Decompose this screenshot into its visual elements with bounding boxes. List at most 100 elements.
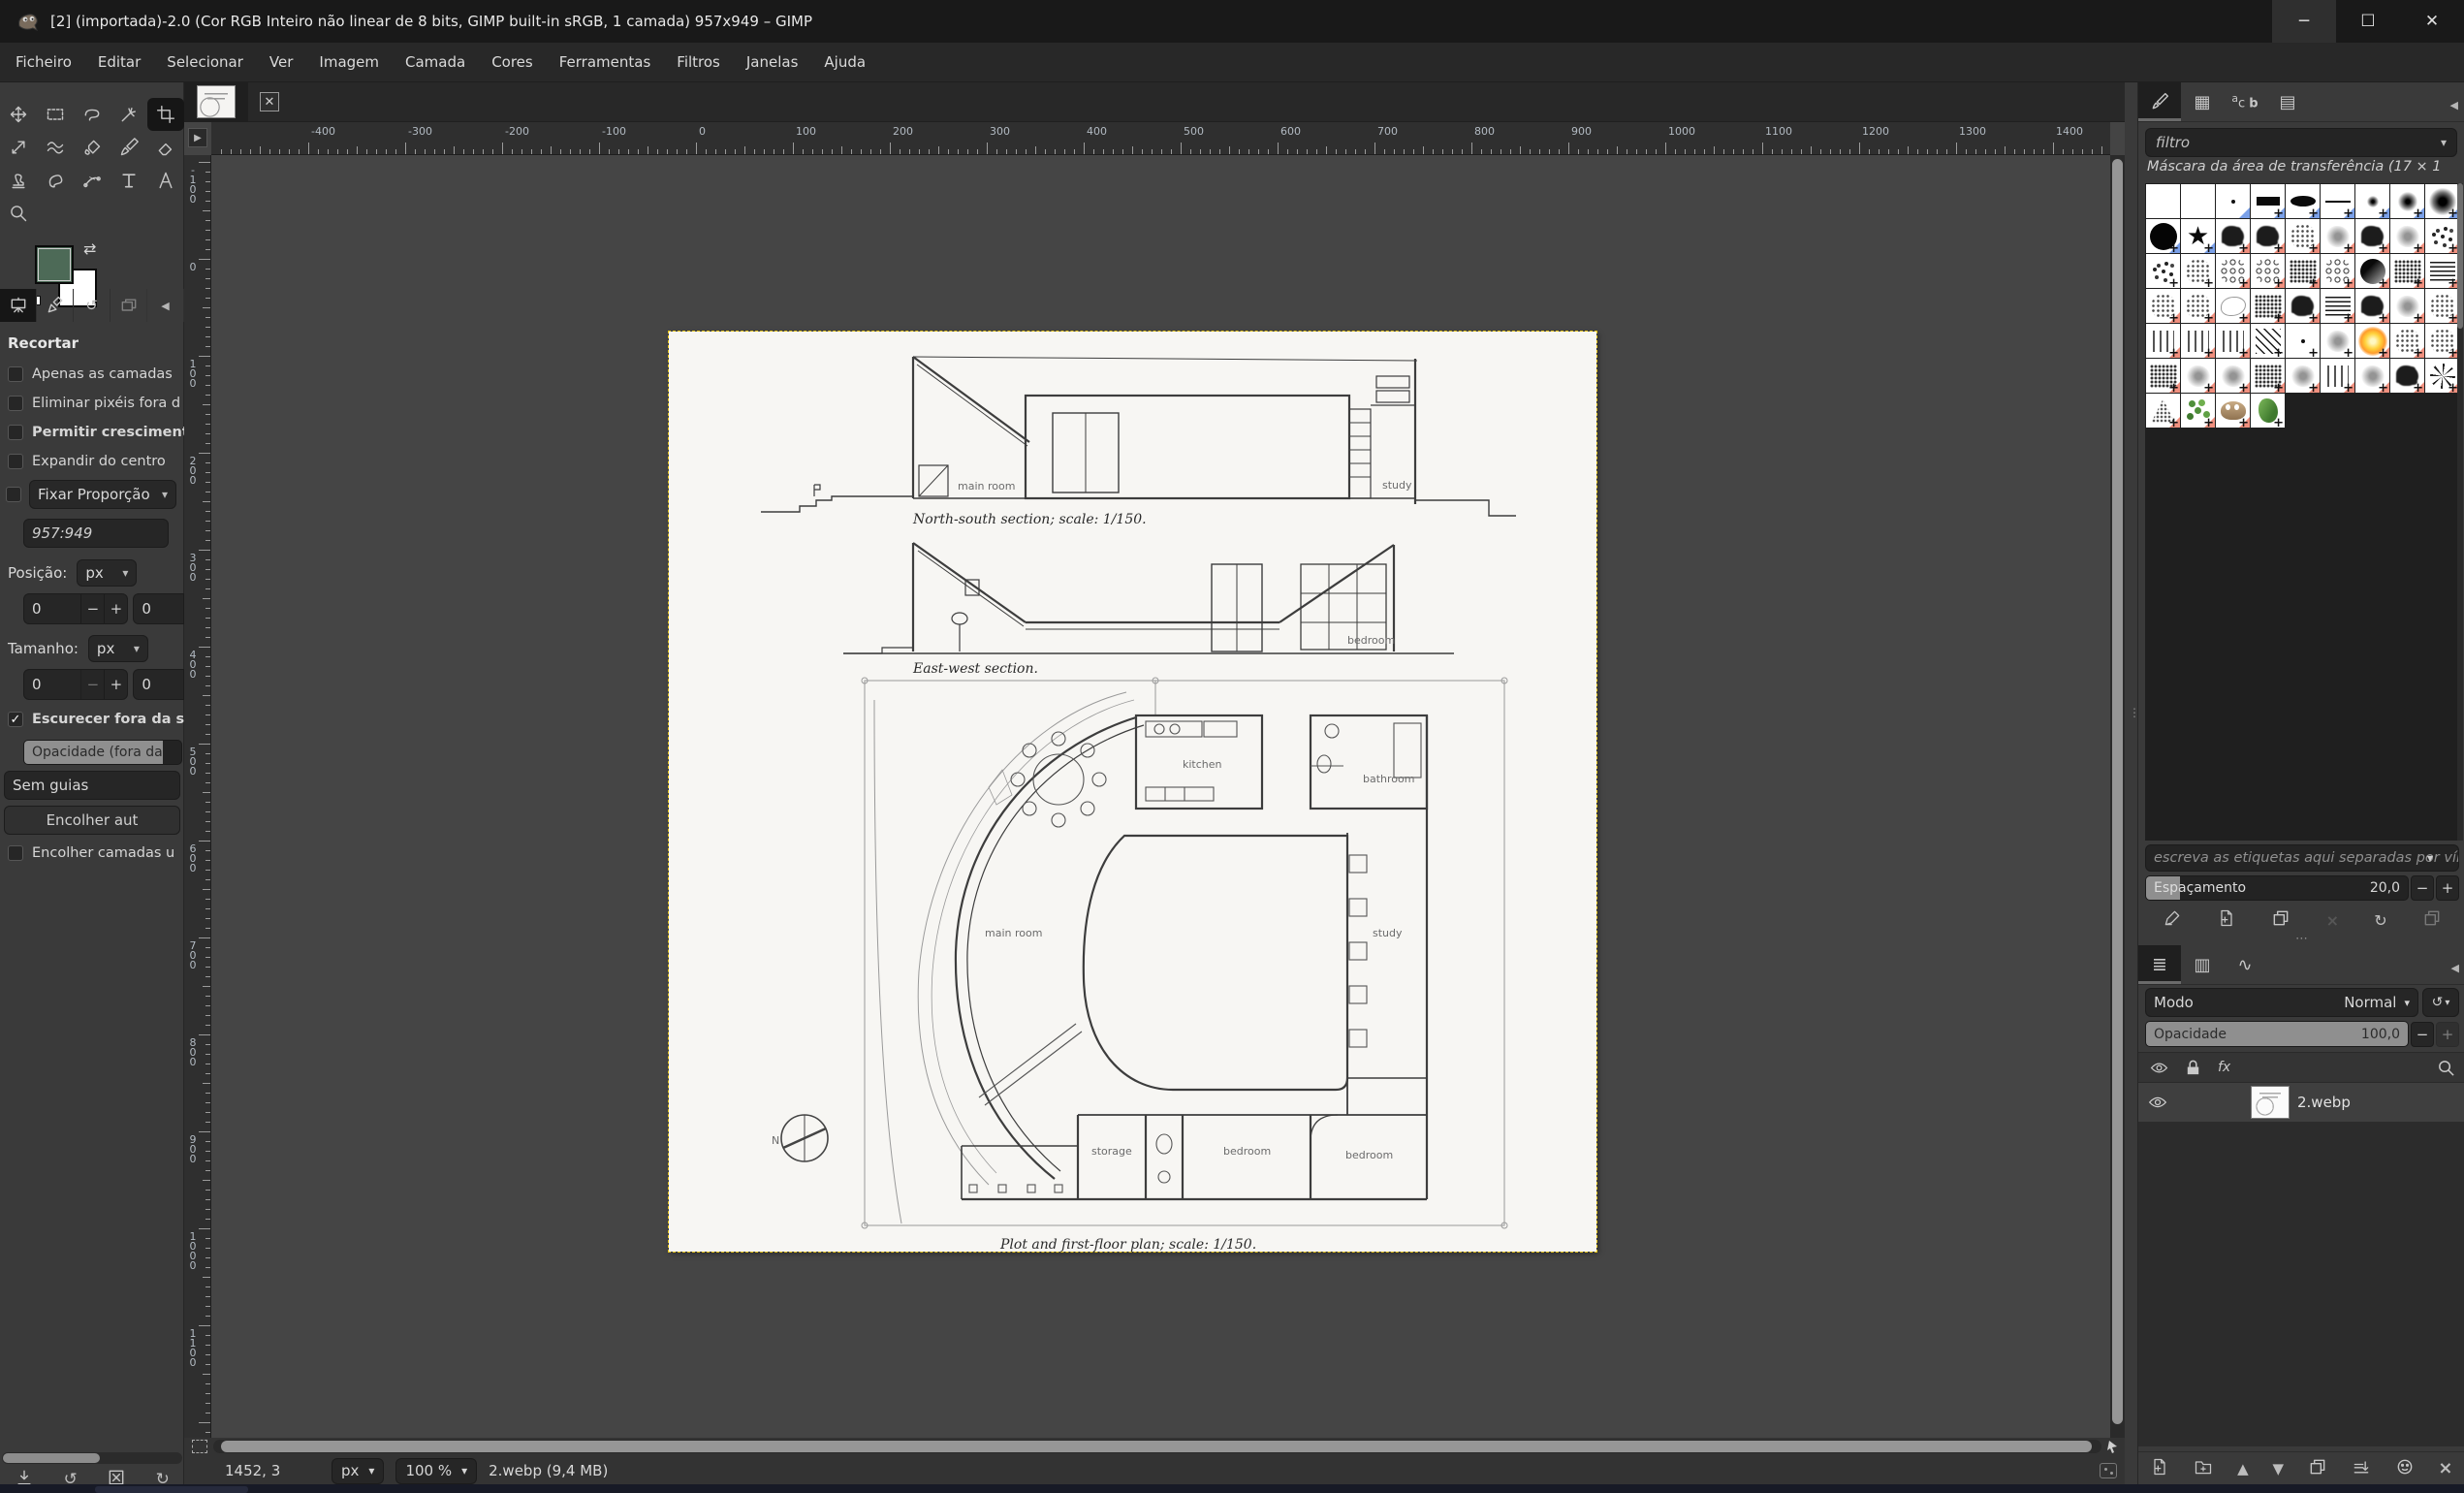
gradients-tab[interactable]: ▤	[2266, 82, 2309, 121]
menu-camada[interactable]: Camada	[405, 53, 465, 71]
brush-swatch[interactable]: +	[2286, 219, 2320, 253]
checkbox-checked-icon[interactable]: ✓	[8, 712, 23, 727]
brush-swatch[interactable]: +	[2216, 254, 2250, 288]
spacing-decrement[interactable]: −	[2411, 875, 2434, 901]
canvas-viewport[interactable]: main room study North-south section; sca…	[211, 155, 2110, 1438]
fuzzy-select-tool-icon[interactable]	[111, 98, 147, 131]
menu-janelas[interactable]: Janelas	[746, 53, 799, 71]
layer-opacity-slider[interactable]: Opacidade 100,0	[2145, 1021, 2409, 1047]
close-image-icon[interactable]: ✕	[260, 92, 279, 111]
increment-button[interactable]: +	[104, 594, 127, 623]
tool-options-scrollbar[interactable]	[2, 1452, 182, 1464]
new-group-icon[interactable]	[2194, 1457, 2213, 1480]
horizontal-scrollbar[interactable]	[213, 1440, 2101, 1453]
lock-icon[interactable]	[2184, 1059, 2202, 1077]
navigation-icon[interactable]	[2105, 1439, 2121, 1454]
fonts-tab[interactable]: ac b	[2224, 82, 2266, 121]
vertical-ruler[interactable]: -100010020030040050060070080090010001100	[184, 155, 211, 1438]
device-status-tab[interactable]	[37, 289, 74, 322]
position-y-field[interactable]: 0	[133, 593, 184, 624]
measure-tool-icon[interactable]	[147, 164, 184, 197]
brush-swatch[interactable]: +	[2355, 289, 2389, 323]
brush-swatch[interactable]: +	[2321, 219, 2354, 253]
brush-swatch[interactable]: +	[2425, 289, 2459, 323]
outside-opacity-slider[interactable]: Opacidade (fora da	[23, 740, 182, 765]
brush-swatch[interactable]: +	[2216, 289, 2250, 323]
merge-down-icon[interactable]	[2352, 1457, 2371, 1480]
menu-ver[interactable]: Ver	[269, 53, 294, 71]
brush-swatch[interactable]: +	[2390, 324, 2424, 358]
checkbox-expand-center[interactable]: Expandir do centro	[0, 447, 184, 476]
layers-tab[interactable]: ≣	[2138, 945, 2181, 984]
brush-swatch[interactable]: +	[2251, 289, 2285, 323]
clone-tool-icon[interactable]	[0, 164, 37, 197]
menu-imagem[interactable]: Imagem	[319, 53, 379, 71]
brush-swatch[interactable]: +	[2390, 184, 2424, 218]
images-tab[interactable]	[111, 289, 147, 322]
text-tool-icon[interactable]	[111, 164, 147, 197]
collapse-icon[interactable]: ◀	[2451, 962, 2459, 974]
brush-swatch[interactable]: +	[2286, 324, 2320, 358]
ruler-corner-button[interactable]: ▶	[188, 128, 207, 147]
brush-swatch[interactable]: ★+	[2181, 219, 2215, 253]
brushes-tab[interactable]	[2138, 82, 2181, 121]
foreground-color-swatch[interactable]	[35, 245, 74, 284]
checkbox-darken-outside[interactable]: ✓ Escurecer fora da s	[0, 705, 184, 734]
warp-transform-tool-icon[interactable]	[37, 131, 74, 164]
paintbrush-tool-icon[interactable]	[111, 131, 147, 164]
refresh-brushes-icon[interactable]: ↻	[2374, 911, 2386, 930]
paths-tab[interactable]: ∿	[2224, 945, 2266, 984]
brush-swatch[interactable]: +	[2251, 184, 2285, 218]
brush-filter-combo[interactable]: filtro ▾	[2145, 128, 2457, 157]
status-unit-dropdown[interactable]: px ▾	[332, 1458, 384, 1484]
brush-swatch[interactable]: +	[2251, 394, 2285, 428]
collapse-icon[interactable]: ◀	[2450, 99, 2458, 111]
rectangle-select-tool-icon[interactable]	[37, 98, 74, 131]
menu-cores[interactable]: Cores	[491, 53, 533, 71]
size-y-field[interactable]: 0	[133, 669, 184, 700]
paths-tool-icon[interactable]	[74, 164, 111, 197]
brush-swatch[interactable]: +	[2251, 219, 2285, 253]
checkbox-icon[interactable]	[8, 845, 23, 861]
brush-swatch[interactable]: +	[2181, 359, 2215, 393]
zoom-tool-icon[interactable]	[0, 197, 37, 230]
new-brush-icon[interactable]	[2217, 908, 2236, 932]
brush-swatch[interactable]: +	[2355, 219, 2389, 253]
menu-selecionar[interactable]: Selecionar	[167, 53, 243, 71]
brush-swatch[interactable]: +	[2321, 289, 2354, 323]
brush-swatch[interactable]: +	[2181, 289, 2215, 323]
brush-swatch[interactable]: +	[2425, 184, 2459, 218]
brush-swatch[interactable]: +	[2181, 394, 2215, 428]
opacity-decrement[interactable]: −	[2411, 1022, 2434, 1047]
increment-button[interactable]: +	[104, 670, 127, 699]
patterns-tab[interactable]: ▦	[2181, 82, 2224, 121]
navigation-preview-icon[interactable]	[2100, 1463, 2117, 1478]
brush-swatch[interactable]: +	[2355, 359, 2389, 393]
opacity-increment[interactable]: +	[2436, 1022, 2459, 1047]
brush-swatch[interactable]: +	[2251, 254, 2285, 288]
decrement-button[interactable]: −	[80, 594, 104, 623]
brush-swatch[interactable]: +	[2425, 254, 2459, 288]
mode-reset-button[interactable]: ↺▾	[2422, 988, 2459, 1017]
brush-swatch[interactable]: +	[2286, 359, 2320, 393]
checkbox-shrink-merged[interactable]: Encolher camadas u	[0, 839, 184, 868]
crop-tool-icon[interactable]	[147, 98, 184, 131]
brush-swatch[interactable]: +	[2355, 254, 2389, 288]
brush-swatch[interactable]: +	[2146, 219, 2180, 253]
brush-list-scrollbar[interactable]	[2457, 183, 2463, 841]
edit-brush-icon[interactable]	[2163, 908, 2182, 932]
checkbox-icon[interactable]	[8, 396, 23, 411]
delete-layer-icon[interactable]: ×	[2438, 1458, 2452, 1478]
menu-editar[interactable]: Editar	[98, 53, 141, 71]
bucket-fill-tool-icon[interactable]	[74, 131, 111, 164]
brush-swatch[interactable]: +	[2216, 394, 2250, 428]
brush-swatch[interactable]: +	[2181, 324, 2215, 358]
layer-mode-dropdown[interactable]: Modo Normal ▾	[2145, 988, 2418, 1017]
search-icon[interactable]	[2437, 1059, 2455, 1077]
raise-layer-icon[interactable]: ▲	[2237, 1460, 2249, 1477]
brush-swatch[interactable]: +	[2251, 324, 2285, 358]
position-x-stepper[interactable]: 0 − +	[23, 593, 128, 624]
brush-swatch[interactable]: +	[2146, 324, 2180, 358]
maximize-button[interactable]: ☐	[2336, 0, 2400, 43]
fix-proportion-dropdown[interactable]: Fixar Proporção ▾	[29, 480, 176, 509]
